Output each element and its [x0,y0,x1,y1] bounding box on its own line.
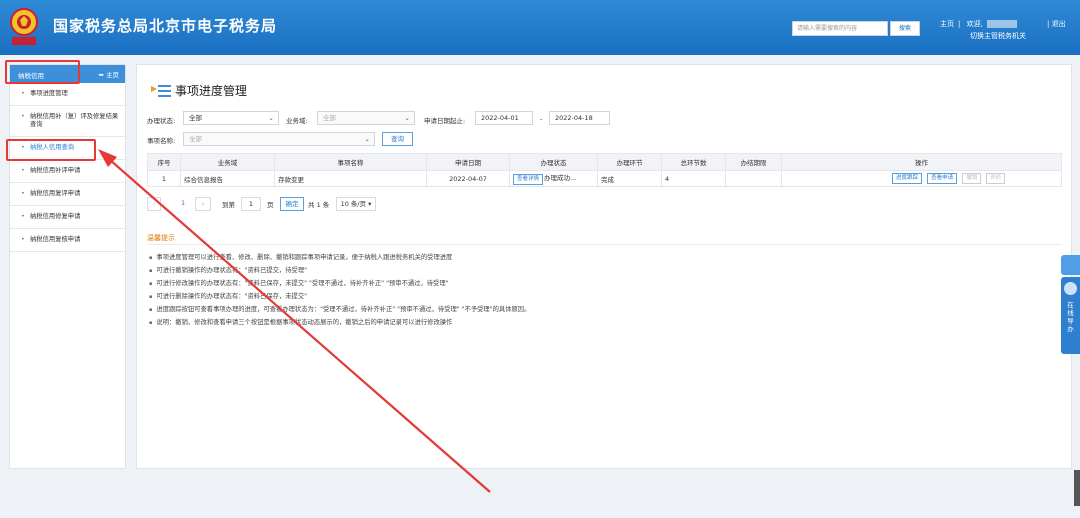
site-title: 国家税务总局北京市电子税务局 [53,17,278,35]
cell-total: 4 [661,170,726,187]
chevron-down-icon: ▾ [368,200,372,208]
tips-title: 温馨提示 [147,234,175,242]
domain-label: 业务域: [286,117,308,125]
cell-date: 2022-04-07 [426,170,510,187]
logout-link[interactable]: | 退出 [1047,19,1066,29]
edge-scroll-handle[interactable] [1074,470,1080,506]
col-item-name: 事项名称 [274,153,427,171]
domain-value: 全部 [323,114,336,122]
revoke-button[interactable]: 撤销 [962,173,982,184]
tip-line: 事项进度管理可以进行查看、修改、删除、撤销和跟踪事项申请记录，便于纳税人跟进税务… [149,252,452,261]
domain-select[interactable]: 全部 ⌄ [317,111,415,125]
annotation-box-sidebar-title [5,60,80,84]
goto-label: 到第 [222,201,235,209]
tips-divider [147,244,1061,245]
guide-char: 办 [1067,325,1074,333]
page-size-value: 10 条/页 [340,200,367,208]
assistant-avatar-icon [1064,282,1077,295]
col-deadline: 办结期限 [725,153,782,171]
chevron-down-icon: ⌄ [404,114,410,122]
prev-page-button[interactable]: ‹ [147,197,161,211]
cell-deadline [725,170,782,187]
col-stage: 办理环节 [597,153,662,171]
item-name-label: 事项名称: [147,137,176,145]
cell-actions: 进度跟踪 查看申请 撤销 评价 [781,170,1062,187]
sidebar-home-label[interactable]: 主页 [106,71,119,79]
chevron-down-icon: ⌄ [364,135,370,143]
chevron-down-icon: ⌄ [268,114,274,122]
cell-index: 1 [147,170,181,187]
nav-welcome: 欢迎, [966,20,983,28]
date-from-input[interactable]: 2022-04-01 [475,111,533,125]
date-range-label: 申请日期起止: [424,117,466,125]
top-header: 国家税务总局北京市电子税务局 请输入需要搜索的内容 搜索 主页 | 欢迎, 切换主… [0,0,1080,55]
tip-line: 可进行删除操作的办理状态有："资料已保存，未提交" [149,291,307,300]
progress-table: 序号 业务域 事项名称 申请日期 办理状态 办理环节 总环节数 办结期限 操作 … [147,153,1062,187]
annotation-box-credit-query [6,139,96,161]
table-header-row: 序号 业务域 事项名称 申请日期 办理状态 办理环节 总环节数 办结期限 操作 [147,153,1062,171]
date-separator: - [540,115,543,123]
status-label: 办理状态: [147,117,176,125]
cell-status: 查看详情 办理成功... [509,170,598,187]
col-index: 序号 [147,153,181,171]
back-arrow-icon: ➥ [98,71,104,79]
tip-line: 可进行撤销操作的办理状态有："资料已提交，待受理" [149,265,307,274]
col-total-steps: 总环节数 [661,153,726,171]
search-input[interactable]: 请输入需要搜索的内容 [792,21,888,36]
col-domain: 业务域 [180,153,275,171]
col-date: 申请日期 [426,153,510,171]
status-select[interactable]: 全部 ⌄ [183,111,279,125]
sidebar-item-result-query[interactable]: 纳税信用补（复）评及修复结果查询 [10,106,125,137]
status-value: 全部 [189,114,202,122]
evaluate-button[interactable]: 评价 [986,173,1006,184]
sidebar-item-reevaluate[interactable]: 纳税信用复评申请 [10,183,125,206]
col-status: 办理状态 [509,153,598,171]
goto-confirm-button[interactable]: 确定 [280,197,304,211]
tip-line: 可进行修改操作的办理状态有："资料已保存，未提交" "受理不通过，待补齐补正" … [149,278,448,287]
sidebar-item-supplement[interactable]: 纳税信用补评申请 [10,160,125,183]
online-guide-widget[interactable]: 在 线 导 办 [1061,277,1080,354]
switch-office-link[interactable]: 切换主管税务机关 [970,31,1026,41]
user-center-icon[interactable] [1061,255,1080,275]
page-title-text: 事项进度管理 [175,84,248,98]
goto-page-input[interactable]: 1 [241,197,261,211]
sidebar: 纳税信用 ➥ 主页 事项进度管理 纳税信用补（复）评及修复结果查询 纳税人信用查… [9,64,126,469]
next-page-button[interactable]: › [195,197,211,211]
total-count: 共 1 条 [308,201,330,209]
date-to-input[interactable]: 2022-04-18 [549,111,610,125]
current-page[interactable]: 1 [181,199,185,207]
item-name-select[interactable]: 全部 ⌄ [183,132,375,146]
list-menu-icon [151,85,171,97]
sidebar-home-link[interactable]: ➥ 主页 [98,69,119,79]
top-nav: 主页 | 欢迎, [940,19,1021,29]
guide-char: 线 [1067,309,1074,317]
track-progress-button[interactable]: 进度跟踪 [892,173,923,184]
cell-item-name: 存款变更 [274,170,427,187]
cell-stage: 完成 [597,170,662,187]
view-application-button[interactable]: 查看申请 [927,173,958,184]
query-button[interactable]: 查询 [382,132,413,146]
page-title: 事项进度管理 [151,82,247,99]
sidebar-item-repair[interactable]: 纳税信用修复申请 [10,206,125,229]
item-name-value: 全部 [189,135,202,143]
search-button[interactable]: 搜索 [890,21,920,36]
sidebar-item-review[interactable]: 纳税信用复核申请 [10,229,125,252]
guide-char: 在 [1067,301,1074,309]
tip-line: 进度跟踪按钮可查看事项办理的进度，可查看办理状态为："受理不通过，待补齐补正" … [149,304,530,313]
view-detail-button[interactable]: 查看详情 [513,174,544,185]
cell-domain: 综合信息报告 [180,170,275,187]
username-redacted [986,20,1017,28]
tax-emblem-icon [10,8,38,45]
main-panel: 事项进度管理 办理状态: 全部 ⌄ 业务域: 全部 ⌄ 申请日期起止: 2022-0… [136,64,1072,469]
status-text: 办理成功... [544,174,577,182]
guide-char: 导 [1067,317,1074,325]
sidebar-item-progress[interactable]: 事项进度管理 [10,83,125,106]
table-row: 1 综合信息报告 存款变更 2022-04-07 查看详情 办理成功... 完成 … [147,170,1062,187]
nav-home-link[interactable]: 主页 [940,20,954,28]
tip-line: 说明：撤销、修改和查看申请三个按钮是根据事项状态动态展示的，撤销之后的申请记录可… [149,317,452,326]
page-unit: 页 [267,201,274,209]
logout-label[interactable]: 退出 [1052,20,1066,28]
col-actions: 操作 [781,153,1062,171]
page-size-select[interactable]: 10 条/页 ▾ [336,197,376,211]
